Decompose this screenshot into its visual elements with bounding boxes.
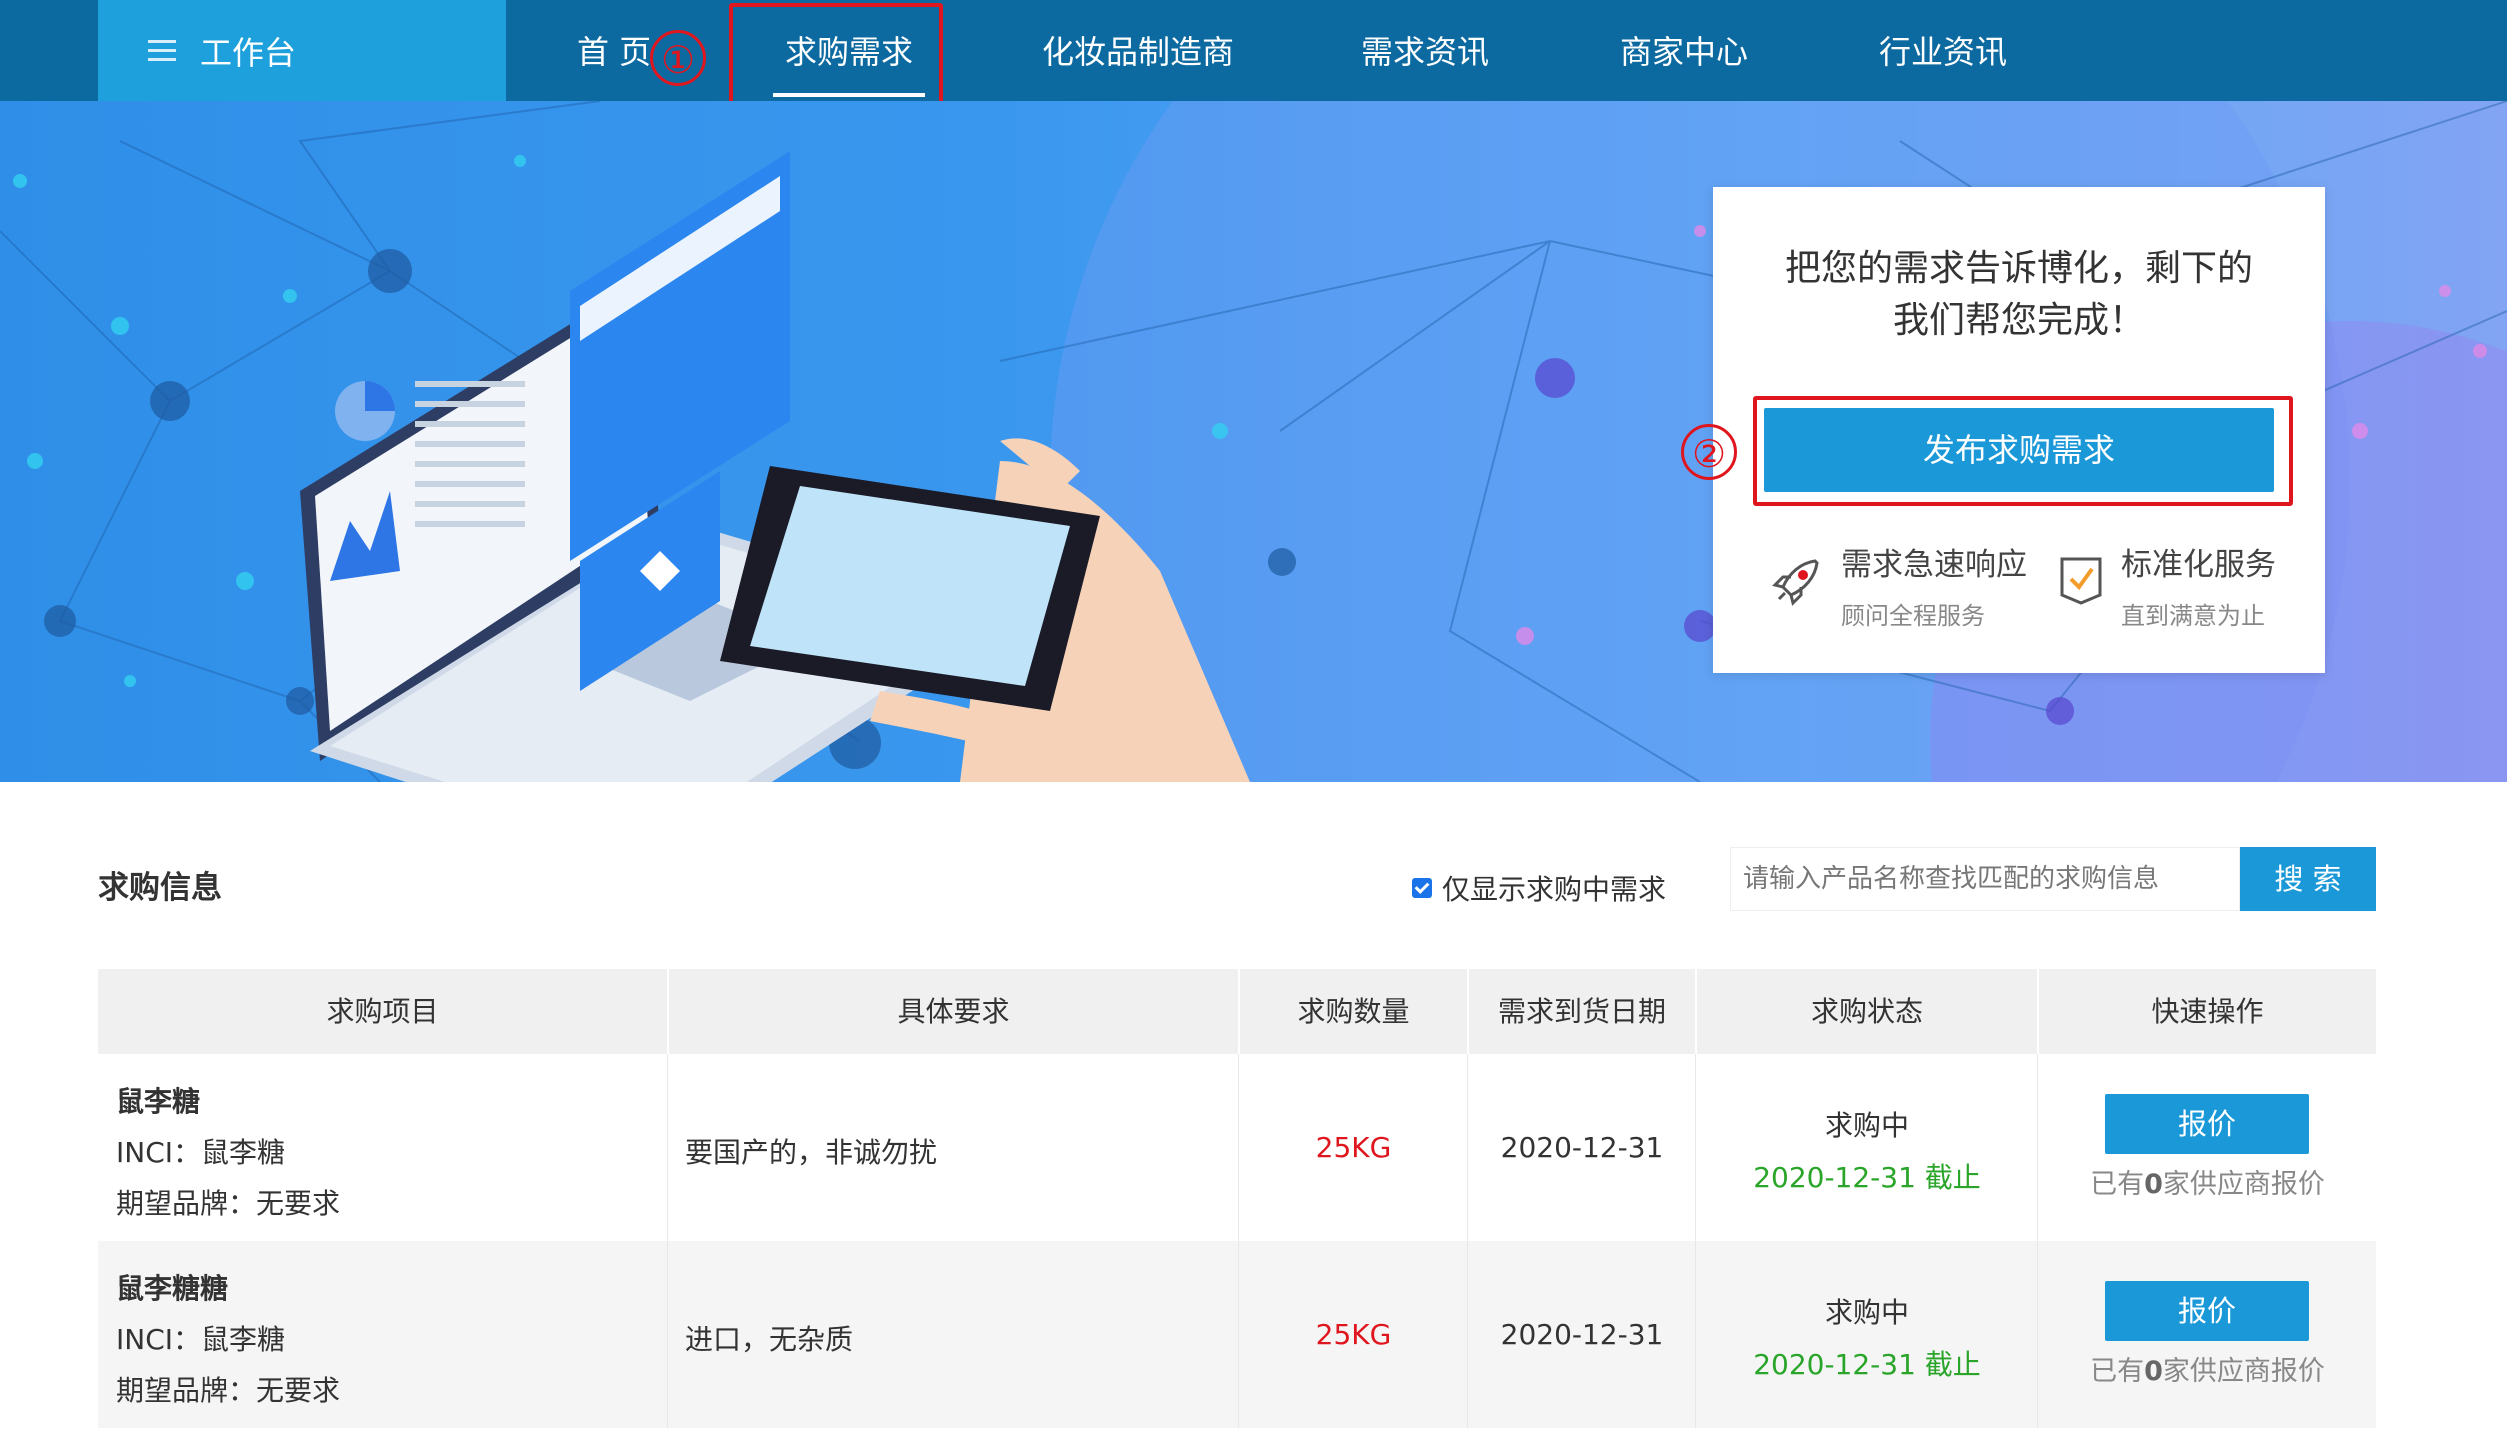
search-input[interactable]: 请输入产品名称查找匹配的求购信息: [1730, 847, 2240, 911]
nav-item-merchant-center[interactable]: 商家中心: [1620, 0, 1748, 101]
annotation-highlight-publish: [1753, 396, 2293, 506]
header-item: 求购项目: [326, 995, 439, 1028]
product-inci: INCI：鼠李糖: [116, 1323, 286, 1356]
feature-subtitle: 直到满意为止: [2121, 602, 2265, 630]
feature-standard-service: 标准化服务 直到满意为止: [2121, 539, 2276, 631]
publish-card-line1: 把您的需求告诉博化，剩下的: [1784, 248, 2253, 289]
quote-count-note: 已有0家供应商报价: [2090, 1356, 2325, 1387]
publish-card-line2: 我们帮您完成！: [1892, 300, 2145, 341]
table-row: 鼠李糖 INCI：鼠李糖 期望品牌：无要求 要国产的，非诚勿扰 25KG 202…: [98, 1054, 2376, 1241]
top-nav: 工作台 首 页 求购需求 化妆品制造商 需求资讯 商家中心 行业资讯: [0, 0, 2507, 101]
publish-card-title: 把您的需求告诉博化，剩下的 我们帮您完成！: [1713, 243, 2325, 347]
feature-title: 需求急速响应: [1841, 547, 2027, 583]
workbench-button[interactable]: 工作台: [98, 0, 506, 101]
menu-icon: [148, 39, 176, 62]
deadline-text: 2020-12-31 截止: [1753, 1161, 1981, 1194]
active-only-label: 仅显示求购中需求: [1442, 873, 1667, 906]
header-actions: 快速操作: [2151, 995, 2264, 1028]
product-inci: INCI：鼠李糖: [116, 1136, 286, 1169]
search-button[interactable]: 搜 索: [2240, 847, 2376, 911]
nav-item-industry-news[interactable]: 行业资讯: [1879, 0, 2007, 101]
product-brand: 期望品牌：无要求: [116, 1374, 341, 1407]
header-date: 需求到货日期: [1497, 995, 1666, 1028]
active-only-checkbox[interactable]: [1412, 878, 1432, 898]
arrival-date: 2020-12-31: [1500, 1131, 1664, 1164]
header-quantity: 求购数量: [1297, 995, 1410, 1028]
nav-item-home[interactable]: 首 页: [577, 0, 651, 101]
requirement-text: 要国产的，非诚勿扰: [685, 1136, 938, 1169]
workbench-label: 工作台: [200, 33, 297, 72]
quantity-value: 25KG: [1315, 1318, 1392, 1351]
arrival-date: 2020-12-31: [1500, 1318, 1664, 1351]
status-text: 求购中: [1824, 1109, 1909, 1142]
table-header: 求购项目 具体要求 求购数量 需求到货日期 求购状态 快速操作: [98, 969, 2376, 1054]
annotation-step-2: ②: [1681, 424, 1737, 480]
nav-item-cosmetics-manufacturer[interactable]: 化妆品制造商: [1042, 0, 1234, 101]
rocket-icon: [1772, 559, 1819, 606]
feature-title: 标准化服务: [2121, 547, 2276, 583]
feature-fast-response: 需求急速响应 顾问全程服务: [1841, 539, 2027, 631]
product-name: 鼠李糖: [116, 1085, 201, 1118]
quote-count-note: 已有0家供应商报价: [2090, 1169, 2325, 1200]
table-row: 鼠李糖糖 INCI：鼠李糖 期望品牌：无要求 进口，无杂质 25KG 2020-…: [98, 1241, 2376, 1428]
header-status: 求购状态: [1810, 995, 1923, 1028]
annotation-step-1: ①: [650, 30, 706, 86]
annotation-highlight-nav: [729, 3, 943, 115]
header-requirement: 具体要求: [897, 995, 1010, 1028]
section-title: 求购信息: [98, 870, 222, 906]
quote-button[interactable]: 报价: [2105, 1281, 2309, 1341]
deadline-text: 2020-12-31 截止: [1753, 1348, 1981, 1381]
quote-button[interactable]: 报价: [2105, 1094, 2309, 1154]
status-text: 求购中: [1824, 1296, 1909, 1329]
nav-item-demand-news[interactable]: 需求资讯: [1361, 0, 1489, 101]
quantity-value: 25KG: [1315, 1131, 1392, 1164]
checklist-icon: [2060, 557, 2102, 605]
requirement-text: 进口，无杂质: [685, 1323, 854, 1356]
feature-subtitle: 顾问全程服务: [1841, 602, 1985, 630]
active-only-filter[interactable]: 仅显示求购中需求: [1412, 868, 1666, 908]
product-name: 鼠李糖糖: [116, 1272, 229, 1305]
product-brand: 期望品牌：无要求: [116, 1187, 341, 1220]
